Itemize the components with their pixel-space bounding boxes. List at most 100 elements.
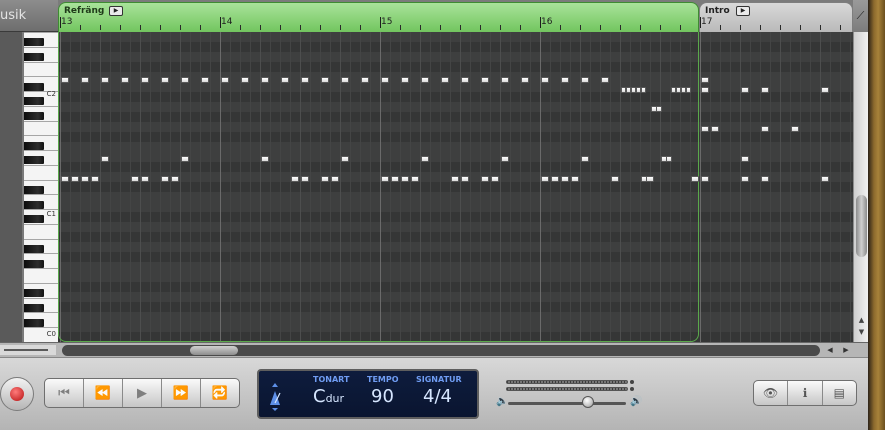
lcd-display[interactable]: TONART TEMPO SIGNATUR Cdur 90 4/4 xyxy=(257,369,479,419)
midi-note[interactable] xyxy=(451,176,459,182)
midi-note[interactable] xyxy=(561,77,569,83)
vertical-scroll-thumb[interactable] xyxy=(856,195,867,257)
midi-note[interactable] xyxy=(581,77,589,83)
midi-note[interactable] xyxy=(761,176,769,182)
volume-slider-knob[interactable] xyxy=(582,396,594,408)
timeline-ruler[interactable]: Refräng ▶ Intro ▶ 13 14 15 16 17 xyxy=(58,0,853,32)
midi-note[interactable] xyxy=(441,77,449,83)
midi-note[interactable] xyxy=(686,87,691,93)
black-key[interactable] xyxy=(24,185,44,194)
fast-forward-button[interactable]: ⏩ xyxy=(162,379,201,407)
rewind-button[interactable]: ⏪ xyxy=(84,379,123,407)
midi-note[interactable] xyxy=(741,156,749,162)
midi-note[interactable] xyxy=(261,156,269,162)
midi-note[interactable] xyxy=(291,176,299,182)
midi-note[interactable] xyxy=(761,126,769,132)
midi-note[interactable] xyxy=(551,176,559,182)
midi-note[interactable] xyxy=(281,77,289,83)
midi-note[interactable] xyxy=(666,156,672,162)
midi-note[interactable] xyxy=(301,176,309,182)
midi-note[interactable] xyxy=(601,77,609,83)
midi-note[interactable] xyxy=(701,87,709,93)
midi-note[interactable] xyxy=(181,156,189,162)
cycle-button[interactable]: 🔁 xyxy=(201,379,239,407)
black-key[interactable] xyxy=(24,304,44,313)
region-play-icon[interactable]: ▶ xyxy=(109,6,123,16)
midi-note[interactable] xyxy=(581,156,589,162)
midi-note[interactable] xyxy=(171,176,179,182)
midi-note[interactable] xyxy=(61,77,69,83)
midi-note[interactable] xyxy=(541,77,549,83)
midi-note[interactable] xyxy=(401,176,409,182)
midi-note[interactable] xyxy=(121,77,129,83)
scroll-right-arrow[interactable]: ▶ xyxy=(840,344,852,356)
midi-note[interactable] xyxy=(741,176,749,182)
record-button[interactable] xyxy=(0,377,34,411)
midi-note[interactable] xyxy=(821,87,829,93)
midi-note[interactable] xyxy=(656,106,662,112)
black-key[interactable] xyxy=(24,156,44,165)
midi-note[interactable] xyxy=(611,176,619,182)
midi-note[interactable] xyxy=(646,176,654,182)
midi-note[interactable] xyxy=(461,176,469,182)
midi-note[interactable] xyxy=(161,77,169,83)
midi-note[interactable] xyxy=(341,77,349,83)
midi-note[interactable] xyxy=(501,77,509,83)
eye-icon[interactable]: 👁 xyxy=(754,381,789,405)
black-key[interactable] xyxy=(24,318,44,327)
black-key[interactable] xyxy=(24,289,44,298)
midi-note[interactable] xyxy=(141,77,149,83)
black-key[interactable] xyxy=(24,38,44,47)
region-header-refrain[interactable]: Refräng ▶ xyxy=(58,2,699,32)
midi-note[interactable] xyxy=(701,126,709,132)
piano-keys[interactable]: C2 C1 C0 xyxy=(24,32,58,342)
vertical-scrollbar[interactable]: ▲ ▼ xyxy=(853,32,868,342)
midi-note[interactable] xyxy=(501,156,509,162)
scroll-down-arrow[interactable]: ▼ xyxy=(854,328,869,340)
midi-note[interactable] xyxy=(61,176,69,182)
region-play-icon[interactable]: ▶ xyxy=(736,6,750,16)
midi-note[interactable] xyxy=(131,176,139,182)
midi-note[interactable] xyxy=(711,126,719,132)
midi-note[interactable] xyxy=(81,176,89,182)
midi-note[interactable] xyxy=(691,176,699,182)
keyboard-size-slider[interactable] xyxy=(0,345,56,355)
midi-note[interactable] xyxy=(571,176,579,182)
region-header-intro[interactable]: Intro ▶ xyxy=(699,2,853,32)
midi-note[interactable] xyxy=(821,176,829,182)
media-browser-icon[interactable]: ▤ xyxy=(823,381,856,405)
volume-slider[interactable] xyxy=(508,402,626,405)
black-key[interactable] xyxy=(24,215,44,224)
horizontal-scroll-thumb[interactable] xyxy=(190,346,238,355)
midi-note[interactable] xyxy=(331,176,339,182)
midi-note[interactable] xyxy=(91,176,99,182)
midi-note[interactable] xyxy=(361,77,369,83)
zoom-tool-icon[interactable]: ⟋ xyxy=(853,0,868,32)
midi-note[interactable] xyxy=(141,176,149,182)
midi-note[interactable] xyxy=(761,87,769,93)
black-key[interactable] xyxy=(24,200,44,209)
midi-note[interactable] xyxy=(71,176,79,182)
horizontal-scrollbar[interactable] xyxy=(62,345,820,356)
midi-note[interactable] xyxy=(521,77,529,83)
midi-note[interactable] xyxy=(241,77,249,83)
midi-note[interactable] xyxy=(261,77,269,83)
midi-note[interactable] xyxy=(81,77,89,83)
midi-note[interactable] xyxy=(321,176,329,182)
midi-note[interactable] xyxy=(491,176,499,182)
black-key[interactable] xyxy=(24,245,44,253)
signature-value[interactable]: 4/4 xyxy=(423,386,452,407)
midi-note[interactable] xyxy=(381,77,389,83)
midi-note[interactable] xyxy=(181,77,189,83)
midi-note[interactable] xyxy=(161,176,169,182)
piano-roll-grid[interactable] xyxy=(58,32,853,342)
black-key[interactable] xyxy=(24,259,44,268)
clip-indicator[interactable] xyxy=(630,387,634,391)
midi-note[interactable] xyxy=(701,77,709,83)
midi-note[interactable] xyxy=(541,176,549,182)
midi-note[interactable] xyxy=(481,176,489,182)
midi-note[interactable] xyxy=(391,176,399,182)
metronome-icon[interactable] xyxy=(267,381,283,411)
midi-note[interactable] xyxy=(701,176,709,182)
scroll-left-arrow[interactable]: ◀ xyxy=(824,344,836,356)
